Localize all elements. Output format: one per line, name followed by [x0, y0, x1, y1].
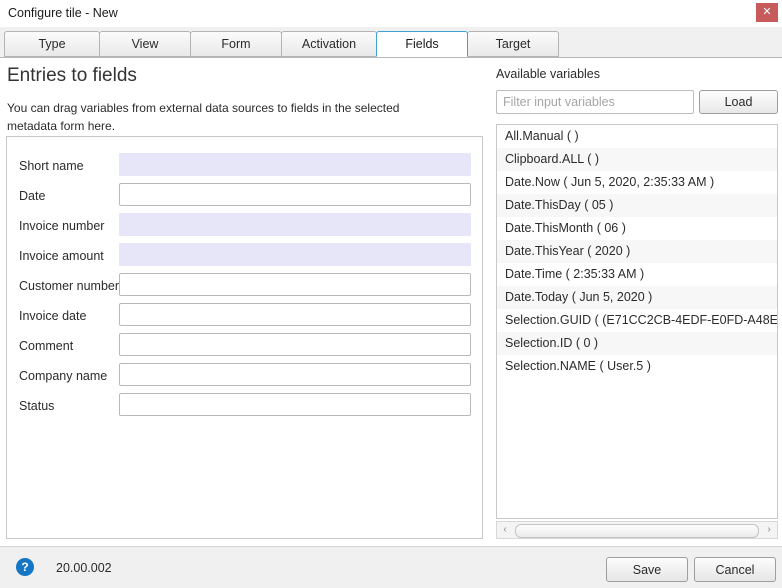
form-row: Comment	[7, 333, 482, 363]
load-button[interactable]: Load	[699, 90, 778, 114]
field-input-customer-number[interactable]	[119, 273, 471, 296]
tab-form[interactable]: Form	[190, 31, 282, 57]
save-button[interactable]: Save	[606, 557, 688, 582]
tab-target[interactable]: Target	[467, 31, 559, 57]
scroll-right-arrow-icon[interactable]: ›	[761, 522, 777, 538]
window-titlebar: Configure tile - New ✕	[0, 0, 782, 27]
field-label: Status	[19, 399, 55, 413]
form-row: Status	[7, 393, 482, 423]
window-title: Configure tile - New	[8, 6, 118, 20]
field-input-invoice-number[interactable]	[119, 213, 471, 236]
variable-list-item[interactable]: Date.ThisYear ( 2020 )	[497, 240, 777, 263]
page-description: You can drag variables from external dat…	[7, 101, 400, 133]
variable-list-item[interactable]: Date.ThisDay ( 05 )	[497, 194, 777, 217]
form-row: Customer number	[7, 273, 482, 303]
tab-fields[interactable]: Fields	[376, 31, 468, 57]
available-variables-label: Available variables	[496, 67, 600, 81]
variable-list-item[interactable]: Date.ThisMonth ( 06 )	[497, 217, 777, 240]
variable-list-item[interactable]: All.Manual ( )	[497, 125, 777, 148]
tab-view[interactable]: View	[99, 31, 191, 57]
tab-activation[interactable]: Activation	[281, 31, 377, 57]
variable-list-item[interactable]: Date.Now ( Jun 5, 2020, 2:35:33 AM )	[497, 171, 777, 194]
field-input-company-name[interactable]	[119, 363, 471, 386]
tab-type[interactable]: Type	[4, 31, 100, 57]
variable-list-item[interactable]: Selection.ID ( 0 )	[497, 332, 777, 355]
dialog-footer: ? 20.00.002 Save Cancel	[0, 546, 782, 588]
filter-input[interactable]	[496, 90, 694, 114]
variable-list-item[interactable]: Selection.NAME ( User.5 )	[497, 355, 777, 378]
variable-list-item[interactable]: Selection.GUID ( (E71CC2CB-4EDF-E0FD-A48…	[497, 309, 777, 332]
cancel-button[interactable]: Cancel	[694, 557, 776, 582]
variables-list[interactable]: All.Manual ( ) Clipboard.ALL ( ) Date.Now …	[496, 124, 778, 519]
field-label: Invoice amount	[19, 249, 104, 263]
available-variables-pane: Available variables Load All.Manual ( )C…	[492, 58, 782, 546]
field-label: Company name	[19, 369, 108, 383]
form-row: Short name	[7, 153, 482, 183]
form-row: Invoice number	[7, 213, 482, 243]
field-input-date[interactable]	[119, 183, 471, 206]
metadata-form-panel: Short name Date Invoice number Invoice amou…	[6, 136, 483, 539]
field-label: Customer number	[19, 279, 120, 293]
entries-to-fields-pane: Entries to fields You can drag variables…	[0, 58, 492, 546]
help-icon[interactable]: ?	[16, 558, 34, 576]
form-row: Invoice amount	[7, 243, 482, 273]
variables-horizontal-scrollbar[interactable]: ‹ ›	[496, 521, 778, 539]
field-label: Date	[19, 189, 46, 203]
field-input-comment[interactable]	[119, 333, 471, 356]
variable-list-item[interactable]: Date.Today ( Jun 5, 2020 )	[497, 286, 777, 309]
close-icon[interactable]: ✕	[756, 3, 778, 22]
page-title: Entries to fields	[7, 65, 137, 86]
field-label: Invoice number	[19, 219, 105, 233]
version-label: 20.00.002	[56, 561, 112, 575]
form-row: Invoice date	[7, 303, 482, 333]
field-input-invoice-date[interactable]	[119, 303, 471, 326]
form-row: Date	[7, 183, 482, 213]
tab-strip: Type View Form Activation Fields Target	[0, 27, 782, 58]
field-label: Invoice date	[19, 309, 87, 323]
variable-list-item[interactable]: Date.Time ( 2:35:33 AM )	[497, 263, 777, 286]
field-input-short-name[interactable]	[119, 153, 471, 176]
field-label: Comment	[19, 339, 74, 353]
field-input-invoice-amount[interactable]	[119, 243, 471, 266]
variable-list-item[interactable]: Clipboard.ALL ( )	[497, 148, 777, 171]
form-row: Company name	[7, 363, 482, 393]
field-input-status[interactable]	[119, 393, 471, 416]
scrollbar-thumb[interactable]	[515, 524, 759, 538]
field-label: Short name	[19, 159, 84, 173]
scroll-left-arrow-icon[interactable]: ‹	[497, 522, 513, 538]
